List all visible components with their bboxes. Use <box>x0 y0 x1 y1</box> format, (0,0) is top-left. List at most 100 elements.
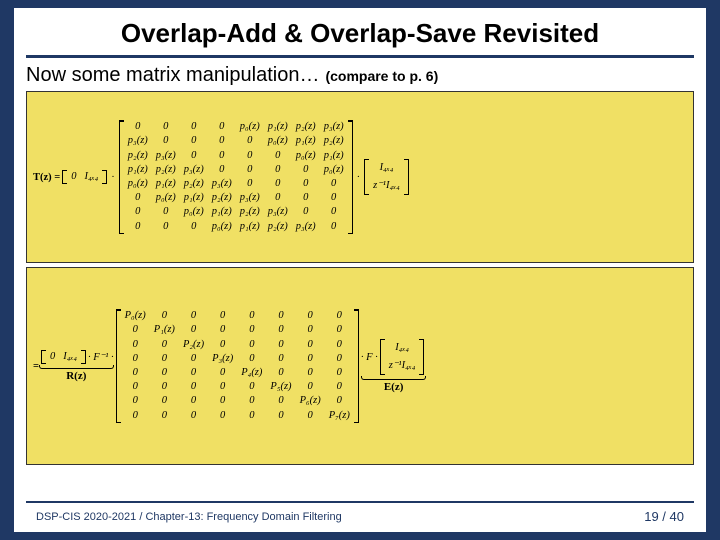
cell: P₇(z) <box>325 409 354 423</box>
subtitle-row: Now some matrix manipulation… (compare t… <box>14 58 706 91</box>
cell: 0 <box>237 323 266 337</box>
cell: P₄(z) <box>237 366 266 380</box>
slide-title: Overlap-Add & Overlap-Save Revisited <box>14 8 706 55</box>
equation-panel-1: T(z) = 0 I₄ₓ₄ · 0000p₀(z)p₁(z)p₂(z)p₃(z)… <box>26 91 694 263</box>
eq2-R-annotated: 0 I₄ₓ₄ · F⁻¹ · R(z) <box>39 350 114 382</box>
dot: · <box>355 172 363 183</box>
cell: 0 <box>296 309 325 323</box>
cell: 0 <box>264 177 292 191</box>
slide: Overlap-Add & Overlap-Save Revisited Now… <box>14 8 706 532</box>
cell: 0 <box>296 366 325 380</box>
cell: 0 <box>325 338 354 352</box>
cell: z⁻¹I₄ₓ₄ <box>369 177 404 195</box>
cell: 0 <box>236 134 264 148</box>
eq1-lhs: T(z) = <box>33 172 60 183</box>
cell: p₀(z) <box>236 120 264 134</box>
cell: p₁(z) <box>264 120 292 134</box>
cell: 0 <box>296 352 325 366</box>
dot: · <box>109 172 117 183</box>
cell: p₁(z) <box>124 163 152 177</box>
page-sep: / <box>659 509 670 524</box>
cell: P₁(z) <box>150 323 179 337</box>
cell: p₃(z) <box>180 163 208 177</box>
cell: P₀(z) <box>121 309 150 323</box>
cell: 0 <box>208 120 236 134</box>
cell: z⁻¹I₄ₓ₄ <box>385 357 420 375</box>
footer-left: DSP-CIS 2020-2021 / Chapter-13: Frequenc… <box>36 511 342 523</box>
cell: 0 <box>237 352 266 366</box>
compare-note: (compare to p. 6) <box>325 68 438 84</box>
cell: 0 <box>208 380 237 394</box>
cell: 0 <box>296 338 325 352</box>
R-label: R(z) <box>39 370 114 382</box>
cell: p₀(z) <box>152 191 180 205</box>
cell: P₃(z) <box>208 352 237 366</box>
cell: 0 <box>180 220 208 234</box>
cell: 0 <box>46 350 59 364</box>
cell: 0 <box>208 394 237 408</box>
eq2-row-prefix: 0 I₄ₓ₄ <box>41 350 86 364</box>
page-current: 19 <box>644 509 658 524</box>
cell: 0 <box>150 380 179 394</box>
cell: p₀(z) <box>180 205 208 219</box>
cell: 0 <box>266 323 295 337</box>
cell: 0 <box>292 205 320 219</box>
cell: 0 <box>152 134 180 148</box>
cell: 0 <box>320 205 348 219</box>
cell: P₂(z) <box>179 338 208 352</box>
cell: 0 <box>121 352 150 366</box>
cell: p₂(z) <box>152 163 180 177</box>
cell: 0 <box>121 380 150 394</box>
cell: 0 <box>320 191 348 205</box>
cell: p₁(z) <box>152 177 180 191</box>
cell: p₁(z) <box>292 134 320 148</box>
cell: 0 <box>266 338 295 352</box>
cell: 0 <box>124 205 152 219</box>
cell: 0 <box>266 394 295 408</box>
cell: 0 <box>152 220 180 234</box>
cell: 0 <box>121 323 150 337</box>
cell: 0 <box>179 380 208 394</box>
eq2-F-inverse: · F⁻¹ · <box>88 351 114 363</box>
eq2-F: · F · <box>361 352 378 363</box>
cell: p₃(z) <box>124 134 152 148</box>
subtitle-text: Now some matrix manipulation… <box>26 64 319 87</box>
footer: DSP-CIS 2020-2021 / Chapter-13: Frequenc… <box>14 509 706 532</box>
cell: 0 <box>320 177 348 191</box>
cell: 0 <box>266 309 295 323</box>
cell: 0 <box>124 220 152 234</box>
cell: 0 <box>237 380 266 394</box>
cell: 0 <box>124 191 152 205</box>
cell: 0 <box>236 177 264 191</box>
cell: 0 <box>292 163 320 177</box>
eq2-E-annotated: · F · I₄ₓ₄ z⁻¹I₄ₓ₄ E(z) <box>361 339 426 393</box>
cell: 0 <box>121 409 150 423</box>
cell: 0 <box>150 394 179 408</box>
eq1-col-matrix: I₄ₓ₄ z⁻¹I₄ₓ₄ <box>364 159 409 195</box>
cell: P₆(z) <box>296 394 325 408</box>
cell: 0 <box>179 394 208 408</box>
cell: 0 <box>208 149 236 163</box>
cell: p₂(z) <box>236 205 264 219</box>
cell: 0 <box>237 394 266 408</box>
footer-divider <box>26 501 694 503</box>
cell: I₄ₓ₄ <box>385 339 420 357</box>
cell: 0 <box>237 338 266 352</box>
cell: 0 <box>237 409 266 423</box>
cell: p₀(z) <box>124 177 152 191</box>
cell: 0 <box>325 394 354 408</box>
cell: 0 <box>179 323 208 337</box>
eq1-main-matrix: 0000p₀(z)p₁(z)p₂(z)p₃(z)p₃(z)0000p₀(z)p₁… <box>119 120 353 233</box>
cell: 0 <box>152 205 180 219</box>
cell: 0 <box>67 170 80 184</box>
cell: p₁(z) <box>208 205 236 219</box>
cell: 0 <box>179 352 208 366</box>
cell: 0 <box>121 366 150 380</box>
cell: 0 <box>121 394 150 408</box>
cell: p₂(z) <box>180 177 208 191</box>
cell: p₂(z) <box>264 220 292 234</box>
cell: 0 <box>150 409 179 423</box>
cell: 0 <box>296 380 325 394</box>
cell: 0 <box>179 309 208 323</box>
cell: 0 <box>208 134 236 148</box>
